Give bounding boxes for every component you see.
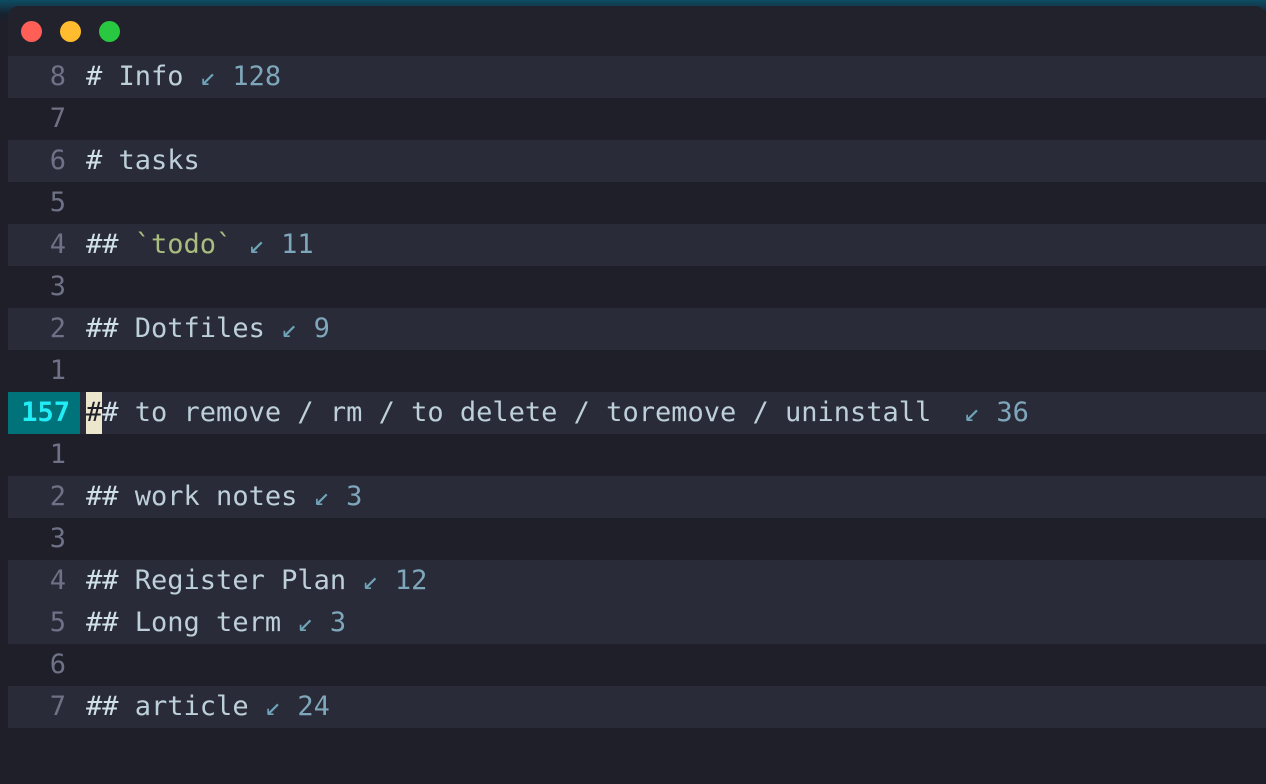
line-number: 3: [49, 523, 66, 554]
heading-text: Long term: [134, 607, 282, 638]
editor-line[interactable]: 3: [8, 266, 1266, 308]
heading-text: article: [134, 691, 249, 722]
editor-line[interactable]: 4 ## Register Plan ↙ 12: [8, 560, 1266, 602]
heading-marker: ##: [86, 691, 135, 722]
line-number: 4: [49, 229, 66, 260]
heading-marker: ##: [86, 607, 135, 638]
editor-line[interactable]: 3: [8, 518, 1266, 560]
line-number: 5: [49, 607, 66, 638]
editor-line[interactable]: 8 # Info ↙ 128: [8, 56, 1266, 98]
editor-line[interactable]: 1: [8, 434, 1266, 476]
line-content[interactable]: ## Register Plan ↙ 12: [80, 560, 1266, 602]
fold-count-arrow-icon[interactable]: ↙: [249, 229, 265, 260]
line-number: 1: [49, 355, 66, 386]
line-number: 8: [49, 61, 66, 92]
fold-count-arrow-icon[interactable]: ↙: [964, 397, 980, 428]
fold-line-count: 128: [232, 61, 282, 92]
heading-text: Info: [118, 61, 184, 92]
editor-buffer[interactable]: 8 # Info ↙ 128 7 6 # tasks 5 4 ## `todo` ↙ 11 3 2…: [8, 56, 1266, 784]
editor-line[interactable]: 5 ## Long term ↙ 3: [8, 602, 1266, 644]
maximize-button[interactable]: [99, 20, 120, 42]
editor-line[interactable]: 6 # tasks: [8, 140, 1266, 182]
fold-line-count: 3: [329, 607, 347, 638]
fold-line-count: 11: [281, 229, 314, 260]
heading-marker: ##: [86, 229, 135, 260]
editor-line[interactable]: 7: [8, 98, 1266, 140]
heading-marker: #: [86, 61, 119, 92]
window-titlebar: [8, 6, 1266, 56]
editor-line[interactable]: 7 ## article ↙ 24: [8, 686, 1266, 728]
editor-line[interactable]: 4 ## `todo` ↙ 11: [8, 224, 1266, 266]
inline-code-text: `todo`: [134, 229, 233, 260]
line-content[interactable]: ## Dotfiles ↙ 9: [80, 308, 1266, 350]
editor-line[interactable]: 6: [8, 644, 1266, 686]
editor-window: 8 # Info ↙ 128 7 6 # tasks 5 4 ## `todo` ↙ 11 3 2…: [8, 6, 1266, 784]
line-number: 7: [49, 691, 66, 722]
fold-line-count: 36: [996, 397, 1029, 428]
fold-line-count: 12: [394, 565, 428, 596]
minimize-button[interactable]: [60, 20, 81, 42]
line-content[interactable]: ## `todo` ↙ 11: [80, 224, 1266, 266]
heading-marker: ##: [86, 313, 135, 344]
heading-text: work notes: [134, 481, 298, 512]
heading-text: tasks: [118, 145, 200, 176]
fold-count-arrow-icon[interactable]: ↙: [200, 61, 216, 92]
heading-text: Dotfiles: [134, 313, 265, 344]
editor-line[interactable]: 2 ## Dotfiles ↙ 9: [8, 308, 1266, 350]
line-number: 157: [8, 392, 80, 434]
heading-marker: ##: [86, 565, 135, 596]
fold-count-arrow-icon[interactable]: ↙: [297, 607, 313, 638]
close-button[interactable]: [21, 20, 42, 42]
line-content[interactable]: # tasks: [80, 140, 1266, 182]
line-content[interactable]: ## article ↙ 24: [80, 686, 1266, 728]
heading-marker: #: [86, 145, 119, 176]
line-number: 5: [49, 187, 66, 218]
line-content[interactable]: ## work notes ↙ 3: [80, 476, 1266, 518]
heading-marker: #: [102, 397, 135, 428]
heading-marker: ##: [86, 481, 135, 512]
text-cursor: #: [86, 392, 103, 434]
line-number: 2: [49, 313, 66, 344]
editor-line[interactable]: 1: [8, 350, 1266, 392]
fold-line-count: 3: [346, 481, 363, 512]
line-number: 2: [49, 481, 66, 512]
line-number: 7: [49, 103, 66, 134]
heading-text: to remove / rm / to delete / toremove / …: [134, 397, 932, 428]
fold-count-arrow-icon[interactable]: ↙: [265, 691, 281, 722]
line-content[interactable]: # Info ↙ 128: [80, 56, 1266, 98]
line-number: 3: [49, 271, 66, 302]
line-content[interactable]: ## to remove / rm / to delete / toremove…: [80, 392, 1266, 434]
editor-line[interactable]: 5: [8, 182, 1266, 224]
line-number: 1: [49, 439, 66, 470]
editor-line[interactable]: 2 ## work notes ↙ 3: [8, 476, 1266, 518]
line-number: 4: [49, 565, 66, 596]
editor-line-current[interactable]: 157 ## to remove / rm / to delete / torem…: [8, 392, 1266, 434]
fold-count-arrow-icon[interactable]: ↙: [281, 313, 297, 344]
fold-count-arrow-icon[interactable]: ↙: [314, 481, 330, 512]
fold-count-arrow-icon[interactable]: ↙: [362, 565, 378, 596]
heading-text: Register Plan: [134, 565, 347, 596]
fold-line-count: 24: [297, 691, 330, 722]
line-content[interactable]: ## Long term ↙ 3: [80, 602, 1266, 644]
fold-line-count: 9: [313, 313, 330, 344]
line-number: 6: [49, 649, 66, 680]
line-number: 6: [49, 145, 66, 176]
